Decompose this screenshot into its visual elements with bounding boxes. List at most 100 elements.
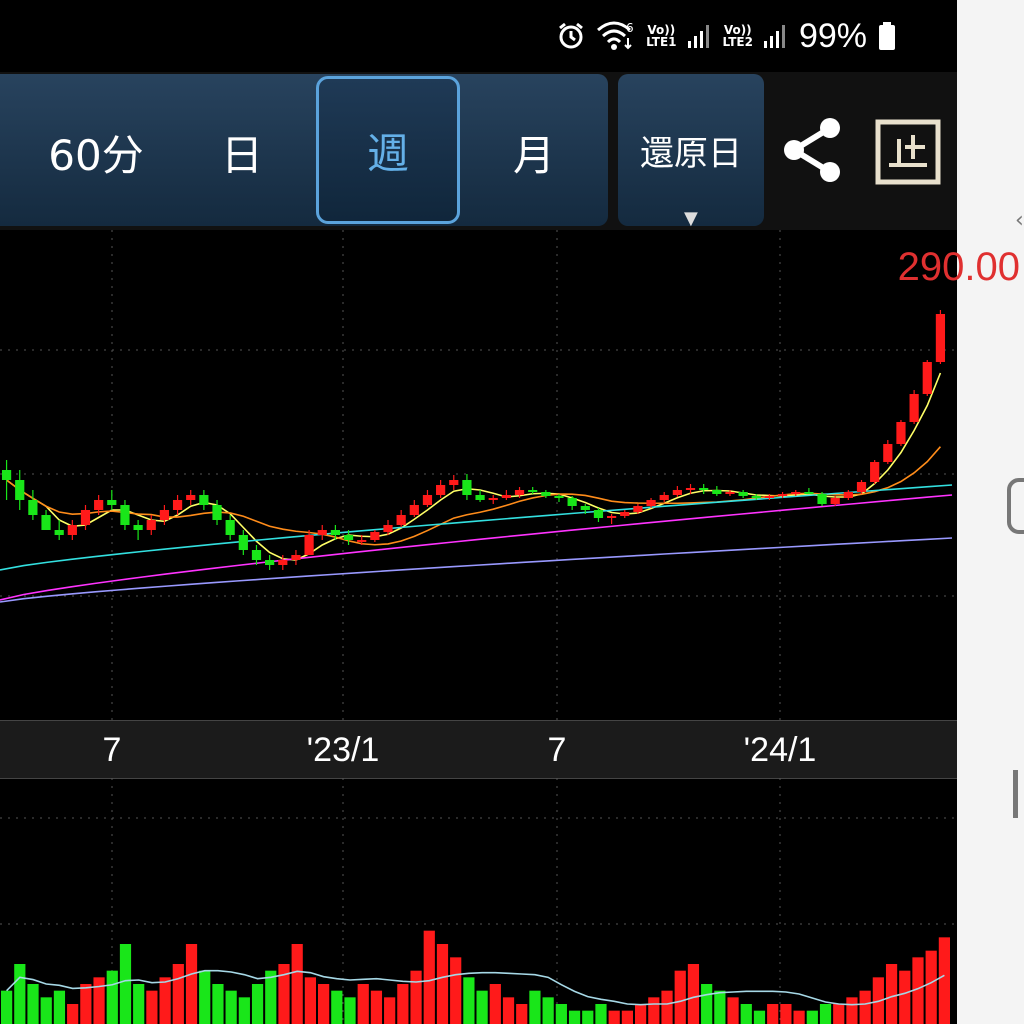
volume-bar xyxy=(265,970,277,1024)
x-axis: 7 '23/1 7 '24/1 xyxy=(0,720,957,779)
volume-bar xyxy=(410,970,422,1024)
volume-bar xyxy=(106,970,118,1024)
volume-bar xyxy=(714,990,726,1024)
volume-bar xyxy=(331,990,343,1024)
tab-month[interactable]: 月 xyxy=(462,76,606,228)
volume-bar xyxy=(251,984,264,1024)
candle-body xyxy=(396,515,406,525)
candle-body xyxy=(80,510,91,525)
candle-body xyxy=(370,532,380,540)
candle-body xyxy=(909,394,919,422)
volume-bar xyxy=(1,990,13,1024)
volume-bar xyxy=(687,964,700,1024)
candle-body xyxy=(488,498,498,500)
volume-bar xyxy=(93,977,105,1024)
candle-body xyxy=(251,550,262,560)
candle-body xyxy=(646,500,656,506)
volume-bar xyxy=(780,1004,792,1024)
candle-body xyxy=(501,495,511,498)
candle-body xyxy=(751,496,761,498)
volume-bar xyxy=(727,997,739,1024)
candle-body xyxy=(777,494,788,496)
dropdown-caret-icon: ▼ xyxy=(684,208,698,229)
volume-bar xyxy=(740,1004,752,1024)
candle-body xyxy=(883,444,893,462)
volume-bar xyxy=(318,984,330,1024)
volume-bar xyxy=(14,964,26,1024)
volume-bar xyxy=(516,1004,528,1024)
candlestick-chart[interactable] xyxy=(0,230,957,720)
volume-bar xyxy=(119,944,132,1024)
signal-strength-icon xyxy=(687,23,713,49)
volume-chart[interactable] xyxy=(0,778,957,1024)
candle-body xyxy=(265,560,275,565)
signal-strength-icon xyxy=(763,23,789,49)
candle-body xyxy=(146,520,156,530)
candle-body xyxy=(738,492,748,496)
candle-body xyxy=(712,490,722,494)
volume-bar xyxy=(40,997,52,1024)
sim1-indicator: Vo)) LTE1 xyxy=(646,24,676,48)
candle-body xyxy=(580,506,590,510)
volume-bar xyxy=(489,984,501,1024)
status-bar: 6 Vo)) LTE1 Vo)) LTE2 99% xyxy=(0,0,957,72)
candle-body xyxy=(238,535,248,550)
volume-bar xyxy=(568,1010,581,1024)
volume-bar xyxy=(833,1004,845,1024)
volume-bar xyxy=(370,990,383,1024)
candle-body xyxy=(541,492,551,496)
candle-body xyxy=(436,485,446,495)
candle-body xyxy=(514,490,525,495)
candle-body xyxy=(685,488,696,490)
candle-body xyxy=(120,505,130,525)
layout-toggle-icon[interactable] xyxy=(875,119,941,185)
candle-body xyxy=(764,496,775,498)
volume-bar xyxy=(27,984,39,1024)
volume-bar xyxy=(238,997,250,1024)
candle-body xyxy=(317,530,327,535)
candle-body xyxy=(94,500,104,510)
candle-body xyxy=(804,492,814,494)
candle-body xyxy=(830,498,840,504)
candle-body xyxy=(922,362,932,394)
candle-body xyxy=(159,510,170,520)
candle-body xyxy=(343,535,354,540)
share-icon[interactable] xyxy=(780,114,846,186)
volume-bar xyxy=(357,984,369,1024)
tab-60min[interactable]: 60分 xyxy=(24,76,168,228)
candle-body xyxy=(357,540,367,542)
volume-bar xyxy=(621,1010,633,1024)
x-tick-label: 7 xyxy=(102,731,122,769)
candle-body xyxy=(935,314,946,362)
candle-body xyxy=(725,492,735,494)
volume-bar xyxy=(753,1010,766,1024)
candle-body xyxy=(528,490,538,492)
volume-bar xyxy=(542,997,554,1024)
battery-percent: 99% xyxy=(798,16,867,55)
candle-body xyxy=(633,506,643,512)
volume-bar xyxy=(133,984,145,1024)
candle-body xyxy=(172,500,183,510)
x-tick-label: 7 xyxy=(547,731,567,769)
tab-week[interactable]: 週 xyxy=(316,76,460,224)
x-tick-label: '24/1 xyxy=(743,731,817,769)
candle-body xyxy=(409,505,419,515)
chevron-left-icon: ‹ xyxy=(1015,208,1024,233)
price-adjust-dropdown[interactable]: 還原日 xyxy=(618,74,764,226)
ma-short-line xyxy=(6,372,942,561)
candle-body xyxy=(843,492,853,498)
candle-body xyxy=(896,422,906,444)
candle-body xyxy=(554,496,564,498)
volume-bar xyxy=(767,1004,779,1024)
scroll-handle[interactable] xyxy=(1013,770,1018,818)
candle-body xyxy=(28,500,38,515)
tab-day[interactable]: 日 xyxy=(170,76,314,228)
sim1-lte: LTE1 xyxy=(646,35,677,49)
volume-bar xyxy=(476,990,488,1024)
volume-bar xyxy=(397,984,409,1024)
volume-bar xyxy=(344,997,356,1024)
volume-bar xyxy=(595,1004,607,1024)
candle-body xyxy=(659,495,669,500)
volume-bar xyxy=(661,990,673,1024)
volume-bar xyxy=(555,1004,567,1024)
